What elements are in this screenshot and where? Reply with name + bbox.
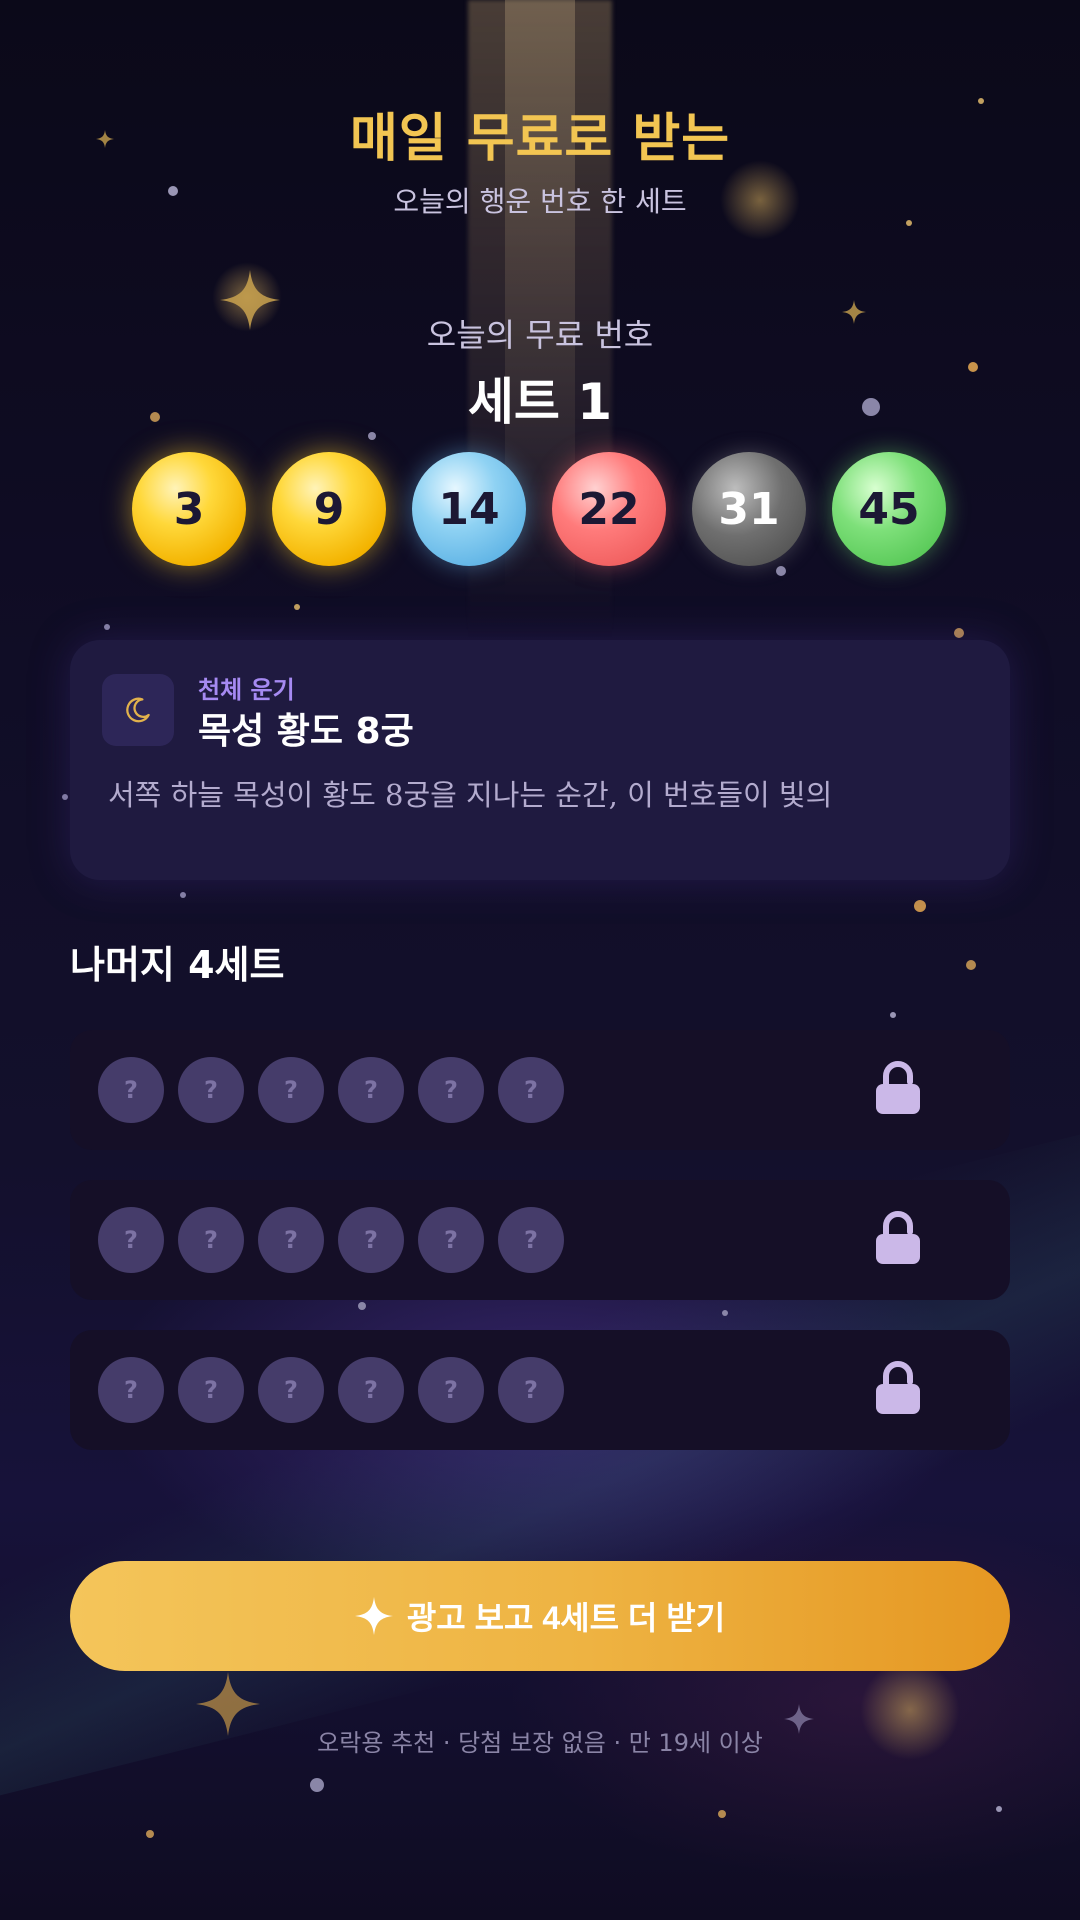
lotto-ball: 14: [412, 452, 526, 566]
lucky-numbers-screen: 매일 무료로 받는 오늘의 행운 번호 한 세트 오늘의 무료 번호 세트 1 …: [0, 0, 1080, 1920]
star-dot: [62, 794, 68, 800]
locked-set-row[interactable]: ? ? ? ? ? ?: [70, 1030, 1010, 1150]
lotto-ball: 45: [832, 452, 946, 566]
remaining-sets-title: 나머지 4세트: [70, 943, 285, 987]
hidden-ball: ?: [498, 1057, 564, 1123]
hidden-ball: ?: [178, 1357, 244, 1423]
star-dot: [146, 1830, 154, 1838]
star-dot: [104, 624, 110, 630]
lotto-ball: 3: [132, 452, 246, 566]
locked-set-row[interactable]: ? ? ? ? ? ?: [70, 1330, 1010, 1450]
watch-ad-unlock-button[interactable]: 광고 보고 4세트 더 받기: [70, 1561, 1010, 1671]
disclaimer-text: 오락용 추천 · 당첨 보장 없음 · 만 19세 이상: [317, 1729, 763, 1757]
lotto-ball: 9: [272, 452, 386, 566]
star-dot: [358, 1302, 366, 1310]
page-subtitle: 오늘의 행운 번호 한 세트: [393, 185, 687, 218]
hidden-ball: ?: [338, 1207, 404, 1273]
watch-ad-button-label: 광고 보고 4세트 더 받기: [406, 1600, 726, 1636]
fortune-title: 목성 황도 8궁: [198, 711, 414, 752]
fortune-category: 천체 운기: [198, 676, 295, 704]
hidden-ball: ?: [258, 1057, 324, 1123]
page-title: 매일 무료로 받는: [349, 109, 731, 169]
locked-set-row[interactable]: ? ? ? ? ? ?: [70, 1180, 1010, 1300]
star-dot: [722, 1310, 728, 1316]
lock-icon: [876, 1361, 920, 1414]
hidden-ball: ?: [178, 1057, 244, 1123]
star-dot: [310, 1778, 324, 1792]
hidden-ball: ?: [418, 1207, 484, 1273]
star-dot: [718, 1810, 726, 1818]
star-dot: [890, 1012, 896, 1018]
hidden-ball: ?: [178, 1207, 244, 1273]
hidden-ball: ?: [498, 1207, 564, 1273]
star-dot: [996, 1806, 1002, 1812]
fortune-card: 천체 운기 목성 황도 8궁 서쪽 하늘 목성이 황도 8궁을 지나는 순간, …: [70, 640, 1010, 880]
fortune-description: 서쪽 하늘 목성이 황도 8궁을 지나는 순간, 이 번호들이 빛의: [108, 778, 833, 812]
hidden-ball: ?: [258, 1357, 324, 1423]
sparkle-icon: [354, 1597, 393, 1635]
lotto-ball: 22: [552, 452, 666, 566]
hidden-ball: ?: [418, 1057, 484, 1123]
moon-icon: [102, 674, 174, 746]
star-dot: [914, 900, 926, 912]
lotto-ball: 31: [692, 452, 806, 566]
hidden-ball: ?: [98, 1357, 164, 1423]
lock-icon: [876, 1211, 920, 1264]
lock-icon: [876, 1061, 920, 1114]
hidden-ball: ?: [498, 1357, 564, 1423]
hidden-ball: ?: [98, 1057, 164, 1123]
star-dot: [954, 628, 964, 638]
star-dot: [906, 220, 912, 226]
hidden-ball: ?: [418, 1357, 484, 1423]
hidden-ball: ?: [338, 1357, 404, 1423]
hidden-ball: ?: [338, 1057, 404, 1123]
hidden-ball: ?: [258, 1207, 324, 1273]
free-set-label: 오늘의 무료 번호: [426, 316, 654, 354]
lotto-ball-row: 3 9 14 22 31 45: [132, 452, 948, 568]
star-dot: [294, 604, 300, 610]
star-dot: [180, 892, 186, 898]
hidden-ball: ?: [98, 1207, 164, 1273]
star-dot: [966, 960, 976, 970]
free-set-title: 세트 1: [467, 373, 613, 431]
